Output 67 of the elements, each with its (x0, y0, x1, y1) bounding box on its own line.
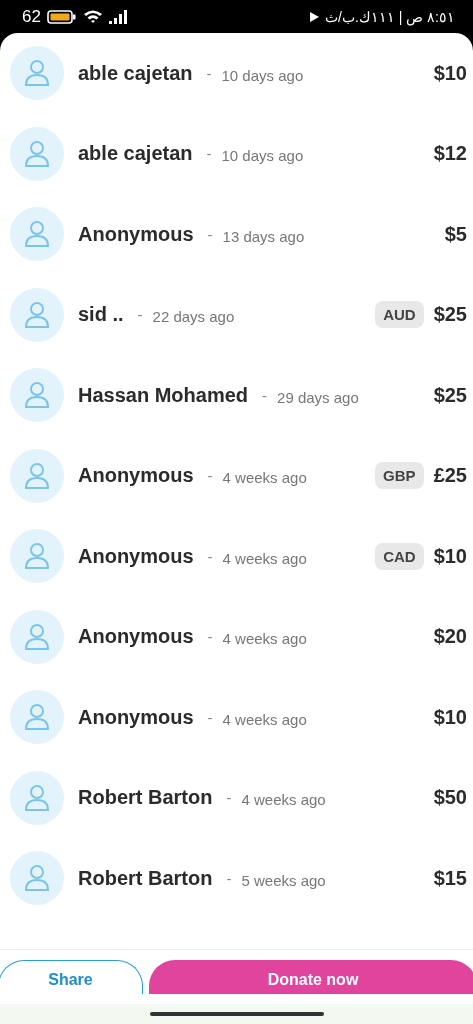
donation-time: 4 weeks ago (222, 549, 307, 567)
separator-dash: - (262, 386, 268, 404)
donor-name: Robert Barton (78, 786, 213, 810)
donor-name: Hassan Mohamed (78, 383, 249, 407)
donor-name: Anonymous (78, 222, 194, 246)
donation-time: 4 weeks ago (222, 630, 307, 648)
donor-name: sid .. (78, 303, 124, 327)
donation-amount: $25 (433, 383, 467, 407)
share-button[interactable]: Share (0, 960, 143, 994)
avatar-icon (10, 690, 64, 745)
avatar-icon (10, 46, 64, 101)
currency-badge: AUD (375, 301, 424, 329)
separator-dash: - (206, 64, 212, 82)
avatar-icon (10, 126, 64, 181)
donation-time: 5 weeks ago (241, 871, 326, 889)
separator-dash: - (206, 145, 212, 163)
donation-time: 10 days ago (221, 66, 304, 84)
battery-icon (46, 9, 77, 24)
separator-dash: - (137, 306, 143, 324)
separator-dash: - (207, 547, 213, 565)
donation-time: 4 weeks ago (241, 791, 326, 809)
donation-amount: $10 (433, 705, 467, 729)
status-clock: ٨:٥١ ص | ١١١ك.ب/ث (325, 8, 455, 25)
avatar-icon (10, 368, 64, 423)
separator-dash: - (226, 789, 232, 807)
avatar-icon (10, 851, 64, 906)
donor-name: Anonymous (78, 544, 194, 568)
donation-amount: $15 (433, 866, 467, 890)
donation-amount: $50 (433, 786, 467, 810)
separator-dash: - (207, 628, 213, 646)
donation-amount: $5 (444, 222, 467, 246)
separator-dash: - (207, 467, 213, 485)
donation-time: 4 weeks ago (222, 710, 307, 728)
donation-time: 4 weeks ago (222, 469, 307, 487)
donate-button[interactable]: Donate now (149, 960, 473, 994)
donation-time: 22 days ago (152, 308, 235, 326)
separator-dash: - (226, 869, 232, 887)
donation-amount: $12 (433, 142, 467, 166)
home-indicator[interactable] (149, 1012, 324, 1016)
donor-name: Robert Barton (78, 866, 213, 890)
donation-time: 29 days ago (277, 388, 359, 406)
play-icon (310, 11, 319, 22)
donor-name: Anonymous (78, 705, 194, 729)
wifi-icon (82, 9, 103, 24)
donation-amount: $10 (433, 544, 467, 568)
avatar-icon (10, 770, 64, 825)
avatar-icon (10, 529, 64, 584)
avatar-icon (10, 207, 64, 262)
battery-percent: 62 (22, 6, 41, 27)
separator-dash: - (207, 225, 213, 243)
currency-badge: GBP (375, 462, 424, 490)
donor-name: able cajetan (78, 61, 193, 85)
donation-time: 10 days ago (221, 147, 304, 165)
donation-time: 13 days ago (222, 227, 305, 245)
donation-amount: $20 (433, 625, 467, 649)
separator-dash: - (207, 708, 213, 726)
avatar-icon (10, 609, 64, 664)
donor-name: Anonymous (78, 625, 194, 649)
donor-name: able cajetan (78, 142, 193, 166)
donation-amount: $10 (433, 61, 467, 85)
donor-name: Anonymous (78, 464, 194, 488)
donation-amount: £25 (433, 464, 467, 488)
avatar-icon (10, 287, 64, 342)
avatar-icon (10, 448, 64, 503)
donation-amount: $25 (433, 303, 467, 327)
signal-icon (108, 9, 129, 24)
currency-badge: CAD (375, 542, 424, 570)
